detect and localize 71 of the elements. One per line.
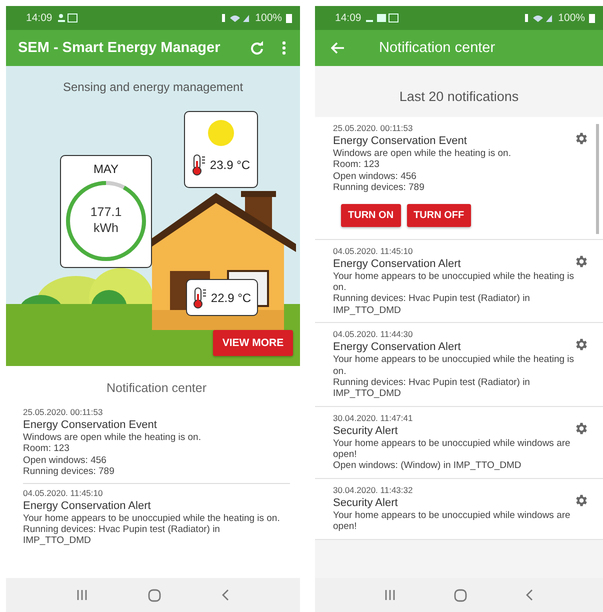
notification-text: Your home appears to be unoccupied while the heating is on. [23,512,281,524]
energy-unit: kWh [94,221,118,237]
settings-icon[interactable] [574,254,589,269]
notification-text: Open windows: (Window) in IMP_TTO_DMD [333,460,522,472]
battery-percentage: 100% [558,12,585,24]
notification-title: Energy Conservation Alert [333,258,462,270]
back-icon[interactable] [526,589,534,601]
notification-timestamp: 25.05.2020. 00:11:53 [333,123,414,133]
notification-text: Open windows: 456 [333,170,418,182]
refresh-icon[interactable] [250,41,264,55]
notification-text: Running devices: 789 [333,182,426,194]
notification-text: Running devices: Hvac Pupin test (Radiator) in IMP_TTO_DMD [333,293,531,316]
battery-percentage: 100% [255,12,282,24]
notification-text: Room: 123 [333,159,380,171]
app-title: Notification center [379,40,496,56]
notification-timestamp: 30.04.2020. 11:47:41 [333,412,414,423]
outdoor-temperature: 23.9 °C [210,158,250,172]
notification-text: Windows are open while the heating is on. [333,148,512,160]
action-button[interactable]: TURN OFF [406,204,472,227]
app-title: SEM - Smart Energy Manager [18,40,222,56]
notification-timestamp: 04.05.2020. 11:44:30 [333,329,414,340]
notification-icons [365,13,400,23]
more-options-icon[interactable] [282,41,286,55]
energy-value: 177.1 [90,205,122,221]
home-icon[interactable] [454,588,467,602]
settings-icon[interactable] [574,420,589,436]
thermometer-icon [192,286,207,308]
action-button[interactable]: TURN ON [341,204,401,227]
settings-icon[interactable] [574,337,589,352]
notification-title: Energy Conservation Event [23,419,158,431]
back-icon[interactable] [222,589,230,601]
notification-text: Windows are open while the heating is on. [23,432,202,444]
notification-text: Your home appears to be unoccupied while windows are open! [333,510,572,533]
notification-text: Running devices: 789 [23,466,116,478]
notification-timestamp: 04.05.2020. 11:45:10 [23,488,104,498]
list-heading: Last 20 notifications [398,88,520,106]
notification-text: Room: 123 [23,443,70,455]
battery-icon [286,13,292,23]
status-time: 14:09 [26,12,52,24]
status-time: 14:09 [335,12,362,24]
notification-text: Your home appears to be unoccupied while windows are open! [333,438,572,460]
energy-month: MAY [93,162,119,176]
notification-timestamp: 04.05.2020. 11:45:10 [333,246,414,256]
section-title: Notification center [105,381,208,395]
notification-text: Your home appears to be unoccupied while the heating is on. [333,270,574,294]
home-icon[interactable] [148,588,161,602]
notification-title: Security Alert [333,424,399,437]
signal-icons [221,13,252,23]
battery-icon [589,13,595,23]
notification-text: Running devices: Hvac Pupin test (Radiator) in IMP_TTO_DMD [333,376,531,400]
notification-timestamp: 30.04.2020. 11:43:32 [333,484,414,495]
signal-icons [524,13,554,23]
notification-timestamp: 25.05.2020. 00:11:53 [23,407,104,417]
hero-subtitle: Sensing and energy management [62,79,244,94]
thermometer-icon [192,154,206,176]
notification-title: Energy Conservation Alert [23,500,152,512]
notification-title: Security Alert [333,496,399,509]
notification-title: Energy Conservation Event [333,135,468,147]
recent-apps-icon[interactable] [76,589,87,601]
sun-icon [208,120,234,146]
notification-text: Your home appears to be unoccupied while the heating is on. [333,354,574,377]
notification-text: Running devices: Hvac Pupin test (Radiator) in IMP_TTO_DMD [23,524,221,547]
recent-apps-icon[interactable] [384,589,395,601]
view-more-button[interactable]: VIEW MORE [213,330,293,356]
indoor-temperature: 22.9 °C [210,290,252,304]
settings-icon[interactable] [574,131,589,146]
notification-title: Energy Conservation Alert [333,341,462,354]
notification-text: Open windows: 456 [23,454,108,466]
notification-icons [56,13,78,23]
back-arrow-icon[interactable] [331,42,345,54]
settings-icon[interactable] [574,492,589,508]
